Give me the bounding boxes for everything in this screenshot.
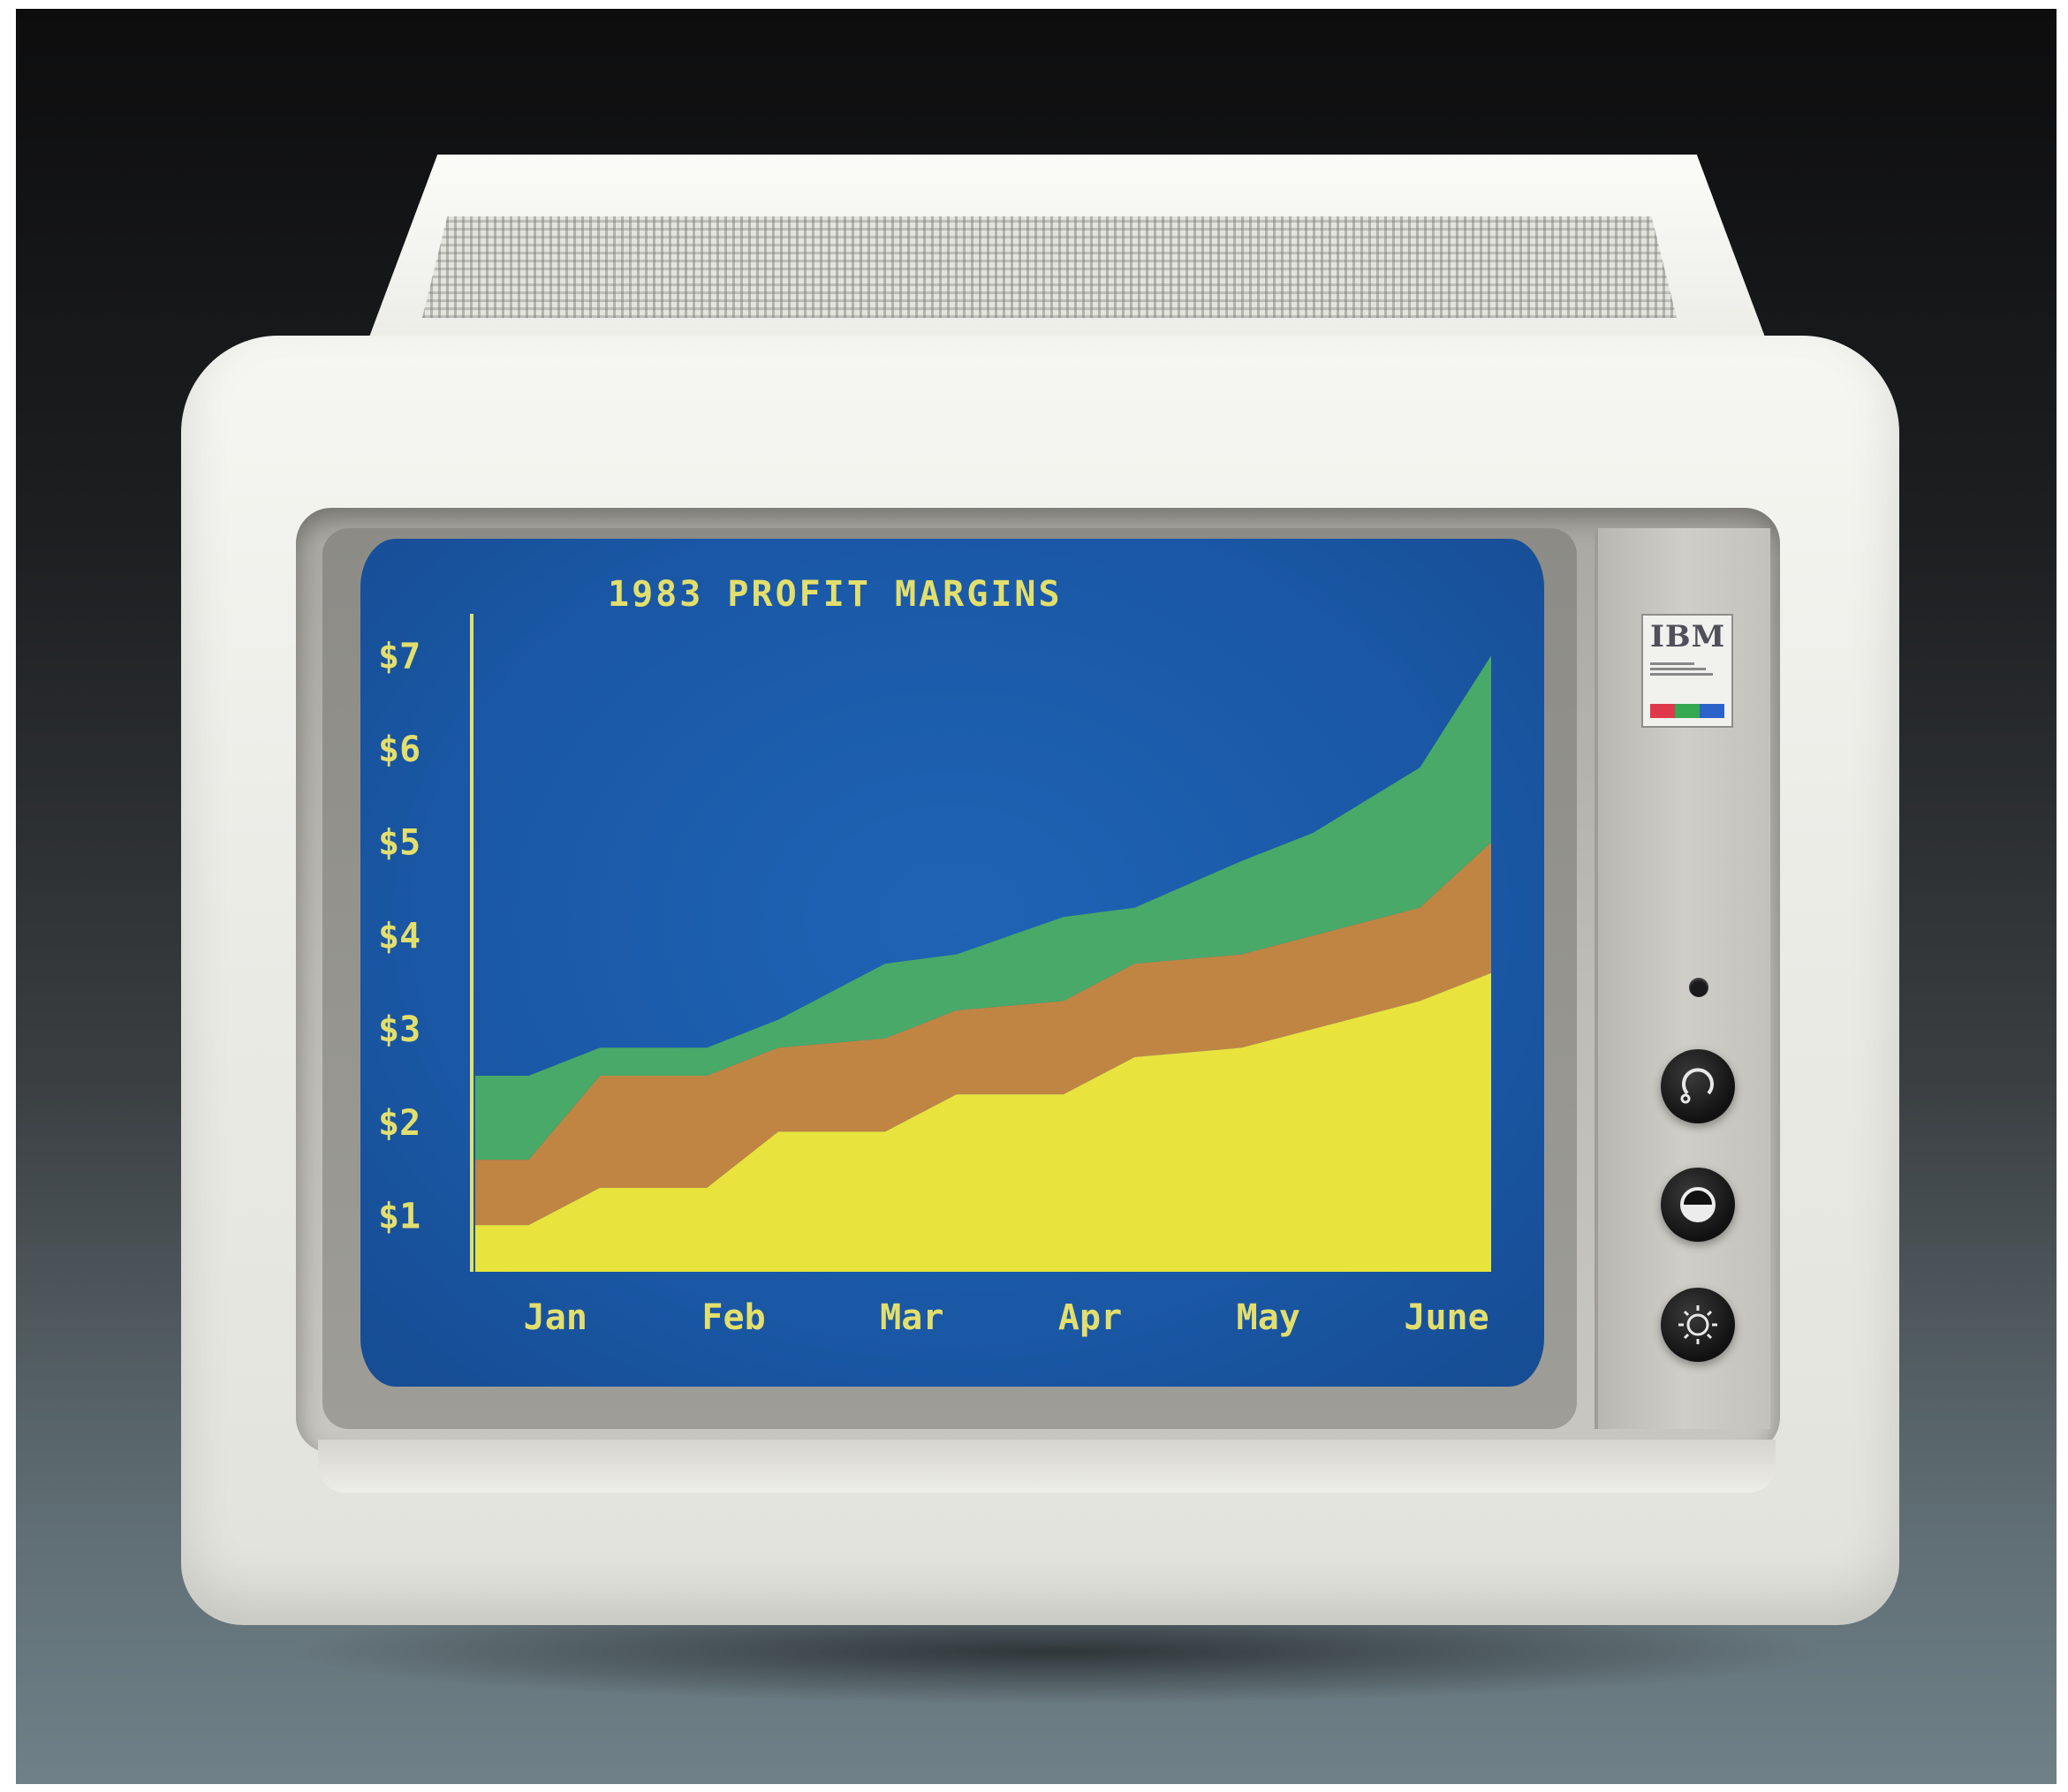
ibm-badge: IBM <box>1641 614 1733 728</box>
profit-chart: $1 $2 $3 $4 $5 $6 $7 Jan Feb Mar Apr May June <box>378 614 1491 1338</box>
x-tick-label: Jan <box>524 1297 587 1338</box>
y-tick-label: $5 <box>378 823 420 864</box>
rgb-stripes <box>1650 704 1724 718</box>
brightness-icon <box>1678 1305 1717 1344</box>
contrast-icon <box>1680 1187 1716 1222</box>
badge-fine-print <box>1650 660 1724 678</box>
contrast-knob[interactable] <box>1661 1168 1735 1242</box>
y-tick-label: $6 <box>378 730 420 770</box>
crt-screen: 1983 PROFIT MARGINS $1 $2 $3 $4 $5 $6 $7 Jan Feb… <box>360 539 1544 1387</box>
y-tick-label: $1 <box>378 1197 420 1237</box>
red-stripe <box>1650 704 1675 718</box>
green-stripe <box>1675 704 1700 718</box>
bezel-lip <box>318 1440 1776 1493</box>
vent-grille <box>422 216 1677 318</box>
x-tick-label: June <box>1404 1297 1489 1338</box>
x-tick-label: Apr <box>1058 1297 1122 1338</box>
y-tick-label: $2 <box>378 1103 420 1144</box>
power-indicator <box>1689 978 1708 997</box>
x-tick-label: Mar <box>880 1297 943 1338</box>
x-tick-label: Feb <box>701 1297 765 1338</box>
blue-stripe <box>1700 704 1724 718</box>
power-knob[interactable] <box>1661 1049 1735 1123</box>
brightness-knob[interactable] <box>1661 1288 1735 1362</box>
power-icon <box>1680 1068 1714 1104</box>
x-tick-label: May <box>1237 1297 1300 1338</box>
y-tick-label: $3 <box>378 1009 420 1050</box>
ibm-logo: IBM <box>1650 619 1726 654</box>
y-tick-label: $4 <box>378 916 420 956</box>
y-tick-label: $7 <box>378 636 420 677</box>
